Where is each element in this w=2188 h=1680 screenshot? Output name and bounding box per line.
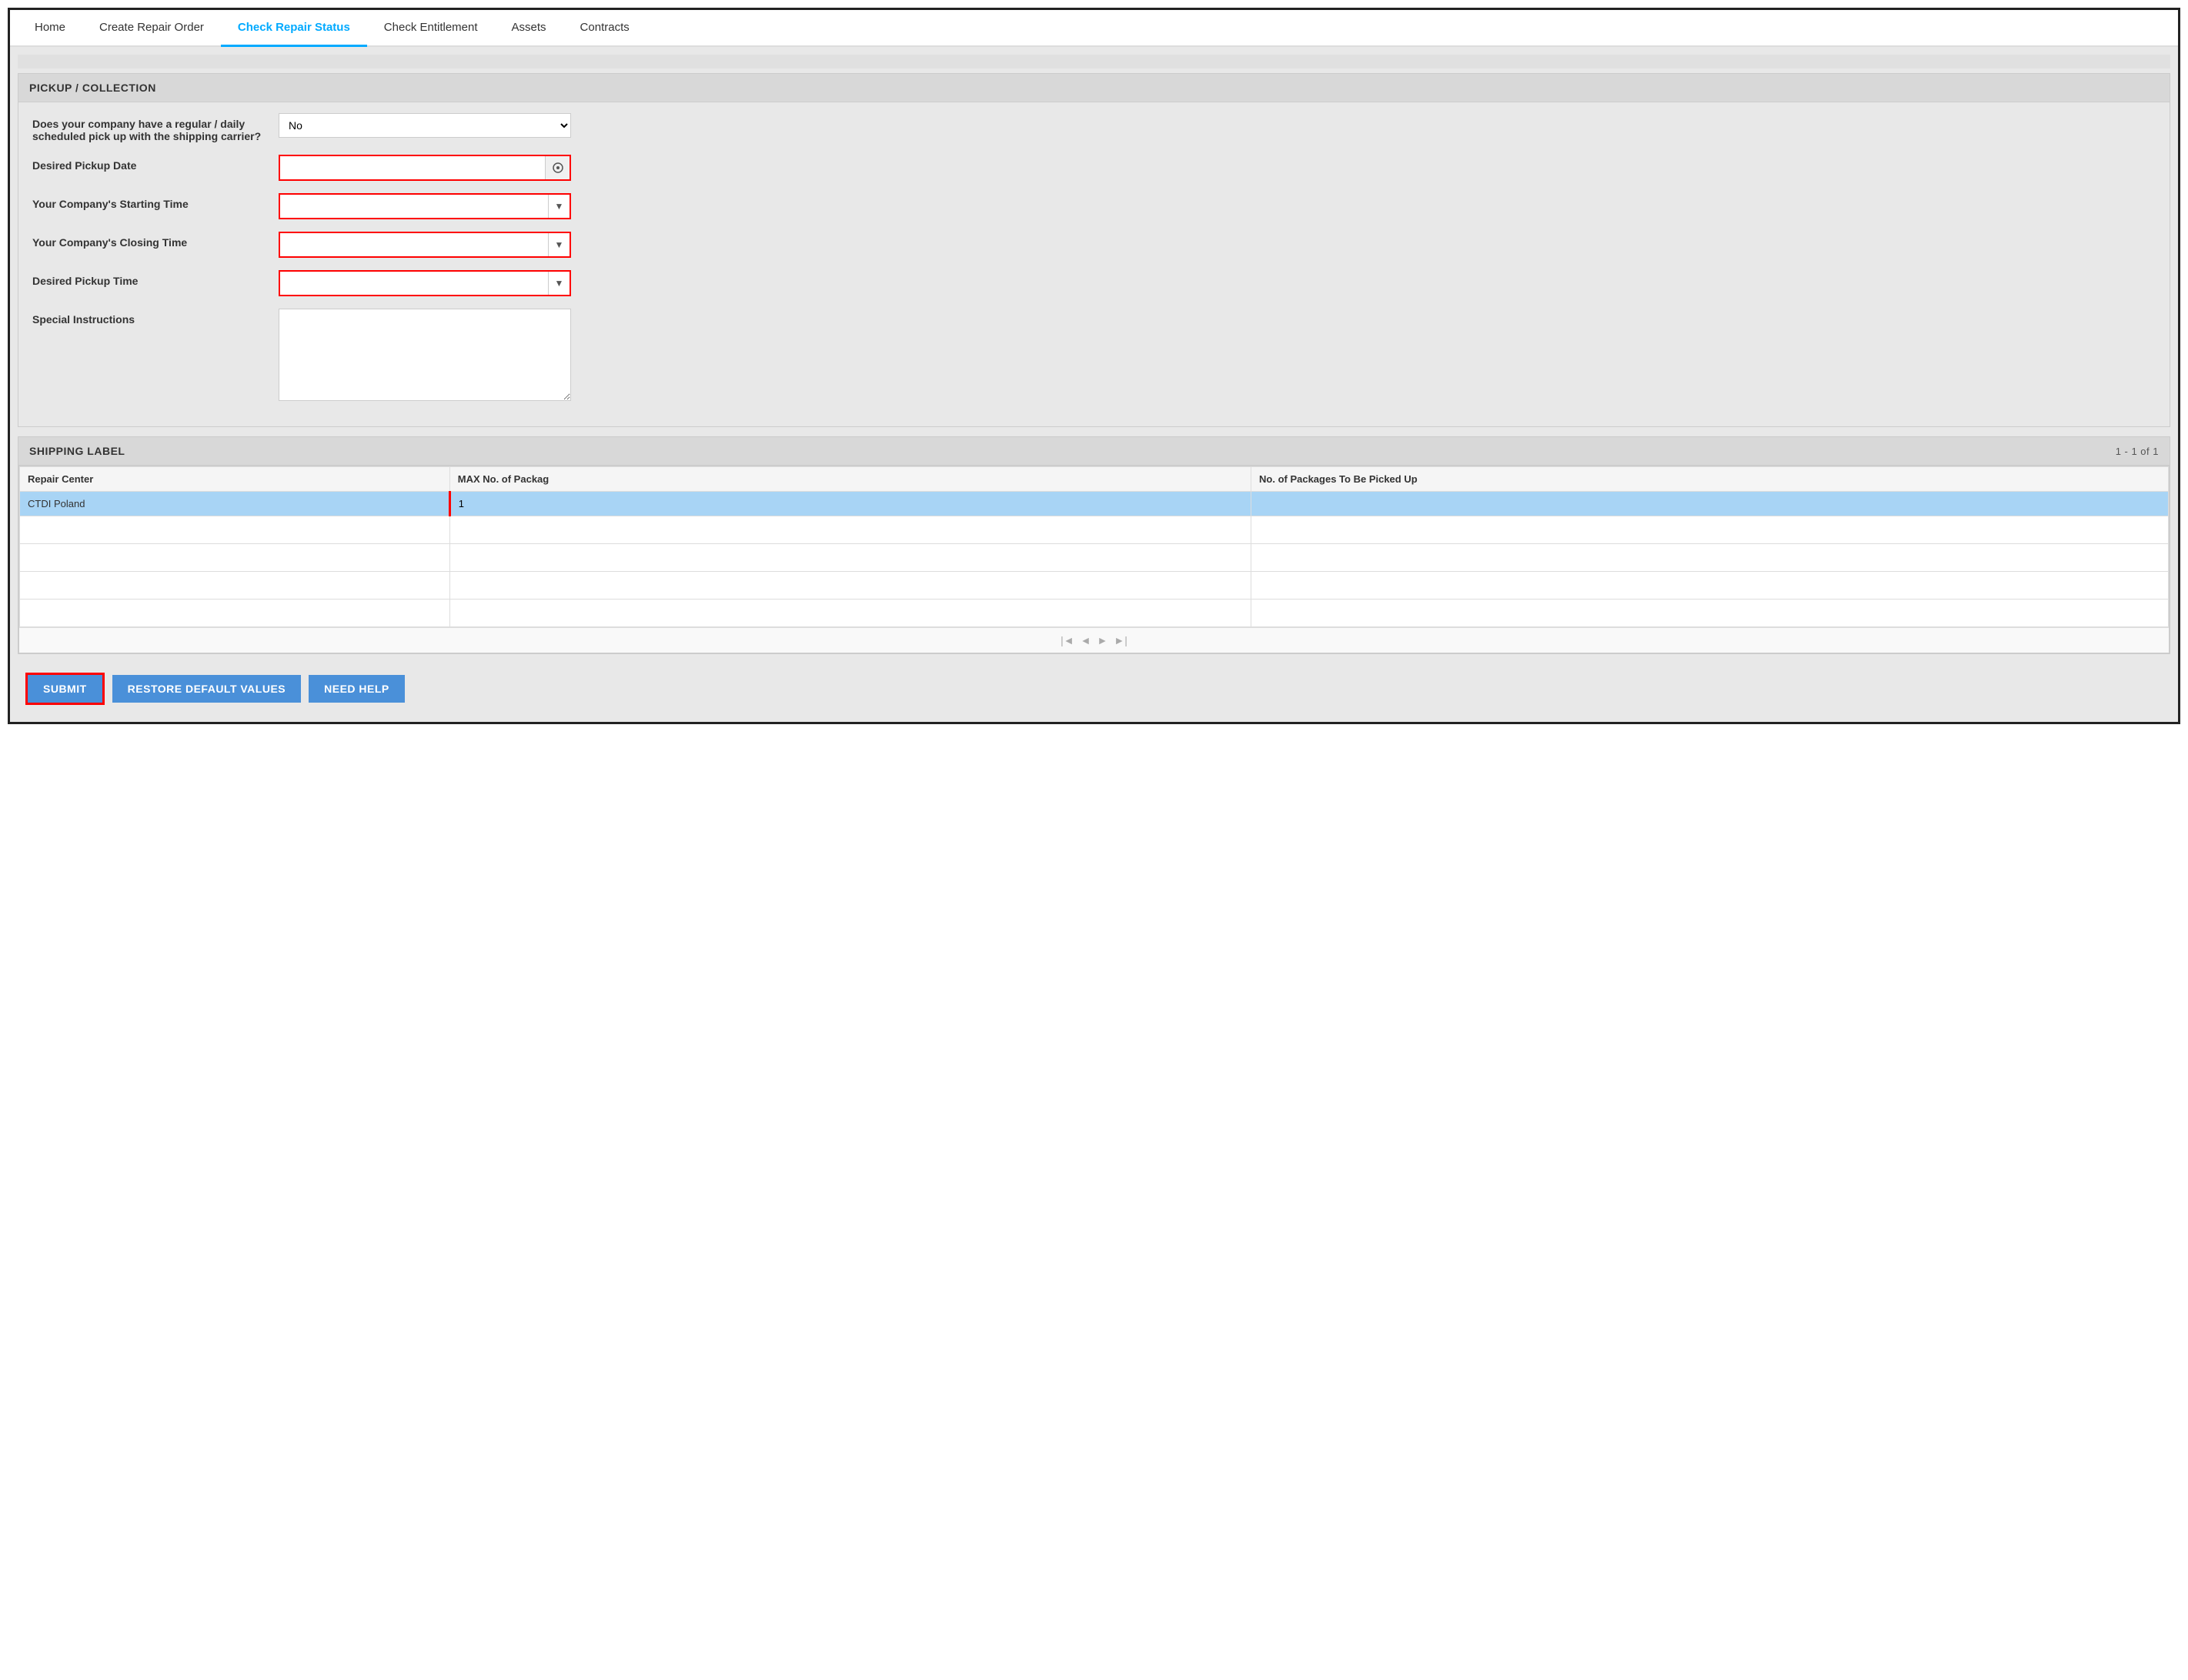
col-repair-center: Repair Center (20, 467, 450, 492)
pagination-prev-icon[interactable]: ◄ (1081, 634, 1091, 646)
table-empty-row-1 (20, 516, 2169, 544)
nav-create-repair-order[interactable]: Create Repair Order (82, 10, 221, 47)
main-content: PICKUP / COLLECTION Does your company ha… (10, 47, 2178, 722)
nav-assets[interactable]: Assets (495, 10, 563, 47)
cell-repair-center: CTDI Poland (20, 492, 450, 516)
help-button[interactable]: NEED HELP (309, 675, 405, 703)
nav-bar: Home Create Repair Order Check Repair St… (10, 10, 2178, 47)
top-gray-bar (18, 55, 2170, 68)
starting-time-control: ▼ (279, 193, 2156, 219)
pickup-section-title: PICKUP / COLLECTION (29, 82, 156, 94)
shipping-table: Repair Center MAX No. of Packag No. of P… (19, 466, 2169, 627)
date-input-wrapper (279, 155, 571, 181)
desired-pickup-time-chevron-icon: ▼ (548, 272, 570, 295)
closing-time-control: ▼ (279, 232, 2156, 258)
special-instructions-control (279, 309, 2156, 403)
desired-pickup-time-select-wrapper: ▼ (279, 270, 571, 296)
scheduled-pickup-row: Does your company have a regular / daily… (32, 113, 2156, 142)
special-instructions-row: Special Instructions (32, 309, 2156, 403)
closing-time-chevron-icon: ▼ (548, 233, 570, 256)
pickup-section: PICKUP / COLLECTION Does your company ha… (18, 73, 2170, 427)
scheduled-pickup-label: Does your company have a regular / daily… (32, 113, 279, 142)
shipping-section-title: SHIPPING LABEL (29, 445, 125, 457)
special-instructions-textarea[interactable] (279, 309, 571, 401)
desired-pickup-time-select[interactable] (280, 272, 548, 295)
col-packages-to-pickup: No. of Packages To Be Picked Up (1251, 467, 2169, 492)
pagination-next-icon[interactable]: ► (1097, 634, 1108, 646)
shipping-table-wrap: Repair Center MAX No. of Packag No. of P… (18, 466, 2170, 653)
desired-pickup-time-label: Desired Pickup Time (32, 270, 279, 287)
table-empty-row-2 (20, 544, 2169, 572)
pickup-section-body: Does your company have a regular / daily… (18, 102, 2170, 426)
nav-check-repair-status[interactable]: Check Repair Status (221, 10, 367, 47)
pagination-last-icon[interactable]: ►| (1114, 634, 1127, 646)
desired-pickup-date-label: Desired Pickup Date (32, 155, 279, 172)
desired-pickup-date-row: Desired Pickup Date (32, 155, 2156, 181)
starting-time-label: Your Company's Starting Time (32, 193, 279, 210)
nav-contracts[interactable]: Contracts (563, 10, 646, 47)
starting-time-select-wrapper: ▼ (279, 193, 571, 219)
closing-time-select[interactable] (280, 233, 548, 256)
col-max-packages: MAX No. of Packag (449, 467, 1251, 492)
table-header-row: Repair Center MAX No. of Packag No. of P… (20, 467, 2169, 492)
nav-home[interactable]: Home (18, 10, 82, 47)
desired-pickup-date-control (279, 155, 2156, 181)
table-row[interactable]: CTDI Poland (20, 492, 2169, 516)
bottom-bar: SUBMIT RESTORE DEFAULT VALUES NEED HELP (18, 663, 2170, 714)
restore-button[interactable]: RESTORE DEFAULT VALUES (112, 675, 301, 703)
cell-packages-to-pickup[interactable] (1251, 492, 2169, 516)
starting-time-chevron-icon: ▼ (548, 195, 570, 218)
shipping-section-header: SHIPPING LABEL 1 - 1 of 1 (18, 437, 2170, 466)
desired-pickup-date-input[interactable] (280, 156, 545, 179)
closing-time-row: Your Company's Closing Time ▼ (32, 232, 2156, 258)
closing-time-label: Your Company's Closing Time (32, 232, 279, 249)
nav-check-entitlement[interactable]: Check Entitlement (367, 10, 495, 47)
submit-button[interactable]: SUBMIT (25, 673, 105, 705)
special-instructions-label: Special Instructions (32, 309, 279, 326)
pickup-section-header: PICKUP / COLLECTION (18, 74, 2170, 102)
max-packages-input[interactable] (459, 498, 1243, 509)
shipping-section: SHIPPING LABEL 1 - 1 of 1 Repair Center … (18, 436, 2170, 654)
scheduled-pickup-control: No Yes (279, 113, 2156, 138)
starting-time-row: Your Company's Starting Time ▼ (32, 193, 2156, 219)
shipping-pagination-info: 1 - 1 of 1 (2116, 446, 2159, 457)
table-empty-row-4 (20, 600, 2169, 627)
app-container: Home Create Repair Order Check Repair St… (8, 8, 2180, 724)
scheduled-pickup-select[interactable]: No Yes (279, 113, 571, 138)
cell-max-packages[interactable] (449, 492, 1251, 516)
pagination-bar: |◄ ◄ ► ►| (19, 627, 2169, 653)
table-empty-row-3 (20, 572, 2169, 600)
pagination-first-icon[interactable]: |◄ (1061, 634, 1074, 646)
desired-pickup-time-row: Desired Pickup Time ▼ (32, 270, 2156, 296)
calendar-icon[interactable] (545, 156, 570, 179)
closing-time-select-wrapper: ▼ (279, 232, 571, 258)
starting-time-select[interactable] (280, 195, 548, 218)
desired-pickup-time-control: ▼ (279, 270, 2156, 296)
